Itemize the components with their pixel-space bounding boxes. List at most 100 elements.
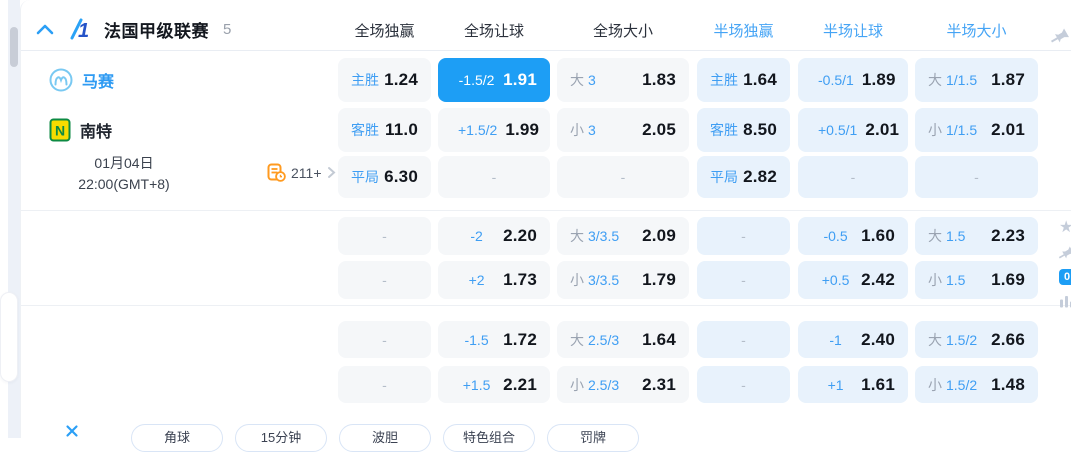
pin-match-icon[interactable]: [1059, 245, 1071, 266]
odds-value: 2.42: [861, 270, 895, 290]
odds-selection-label: -2: [458, 228, 503, 244]
scrollbar-thumb[interactable]: [10, 27, 18, 67]
odds-cell[interactable]: +0.52.42: [798, 261, 908, 299]
odds-value: 1.24: [384, 70, 418, 90]
home-team-name[interactable]: 马赛: [82, 68, 114, 92]
odds-cell-empty: -: [697, 217, 790, 255]
empty-dash: -: [741, 332, 746, 348]
favorite-star-icon[interactable]: ★: [1059, 220, 1071, 236]
odds-cell[interactable]: 大3/3.52.09: [557, 217, 689, 255]
away-team-row[interactable]: N 南特: [49, 117, 112, 143]
odds-cell[interactable]: -0.5/11.89: [798, 58, 908, 102]
quick-market-tag-1[interactable]: 15分钟: [235, 424, 327, 452]
odds-cell[interactable]: -22.20: [438, 217, 550, 255]
odds-selection-label: -1.5: [458, 332, 503, 348]
odds-selection-label: 小3: [570, 120, 596, 140]
odds-cell[interactable]: -1.51.72: [438, 321, 550, 358]
odds-cell[interactable]: +1.5/21.99: [438, 108, 550, 152]
odds-cell[interactable]: +1.52.21: [438, 366, 550, 403]
odds-cell[interactable]: 大1.5/22.66: [915, 321, 1038, 358]
group-divider: [21, 210, 1071, 211]
odds-cell[interactable]: 平局2.82: [697, 156, 790, 198]
svg-text:N: N: [55, 123, 65, 139]
odds-cell-empty: -: [697, 261, 790, 299]
more-markets-link[interactable]: 211+: [267, 163, 336, 182]
odds-value: 1.64: [642, 330, 676, 350]
odds-value: 2.09: [642, 226, 676, 246]
away-team-name[interactable]: 南特: [80, 118, 112, 142]
over-under-prefix: 小: [570, 375, 584, 395]
column-header-full-2[interactable]: 全场大小: [593, 20, 653, 41]
odds-selection-label: -1.5/2: [458, 72, 503, 88]
odds-value: 1.72: [503, 330, 537, 350]
over-under-prefix: 小: [570, 120, 584, 140]
odds-selection-label: +0.5/1: [818, 122, 865, 138]
odds-selection-label: +1.5: [458, 377, 503, 393]
collapse-league-icon[interactable]: [36, 24, 54, 35]
bet-count-badge[interactable]: 0: [1059, 269, 1071, 285]
odds-cell[interactable]: 小3/3.51.79: [557, 261, 689, 299]
odds-cell[interactable]: +21.73: [438, 261, 550, 299]
over-under-prefix: 大: [928, 226, 942, 246]
league-logo-icon: 1: [68, 17, 90, 41]
quick-market-tag-0[interactable]: 角球: [131, 424, 223, 452]
odds-value: 2.66: [991, 330, 1025, 350]
odds-cell[interactable]: 客胜8.50: [697, 108, 790, 152]
quick-market-tag-4[interactable]: 罚牌: [547, 424, 639, 452]
home-team-row[interactable]: 马赛: [49, 67, 114, 93]
odds-cell[interactable]: 小1.5/21.48: [915, 366, 1038, 403]
odds-cell[interactable]: 小1.51.69: [915, 261, 1038, 299]
odds-cell-empty: -: [338, 321, 431, 358]
quick-markets-bar: 角球15分钟波胆特色组合罚牌: [21, 410, 1071, 438]
odds-value: 1.91: [503, 70, 537, 90]
odds-value: 2.82: [743, 167, 777, 187]
stats-bars-icon[interactable]: [1059, 293, 1071, 313]
odds-cell[interactable]: 小1/1.52.01: [915, 108, 1038, 152]
odds-cell-empty: -: [697, 366, 790, 403]
odds-cell[interactable]: 大31.83: [557, 58, 689, 102]
over-under-prefix: 大: [928, 330, 942, 350]
marseille-crest-icon: [49, 68, 73, 92]
odds-cell[interactable]: +0.5/12.01: [798, 108, 908, 152]
odds-cell[interactable]: +11.61: [798, 366, 908, 403]
odds-value: 1.89: [862, 70, 896, 90]
odds-selection-label: 主胜: [710, 70, 738, 90]
odds-cell[interactable]: 大1/1.51.87: [915, 58, 1038, 102]
column-header-full-0[interactable]: 全场独赢: [354, 20, 414, 41]
empty-dash: -: [974, 169, 979, 185]
markets-list-icon: [267, 163, 286, 182]
odds-cell[interactable]: 大1.52.23: [915, 217, 1038, 255]
odds-cell[interactable]: -12.40: [798, 321, 908, 358]
odds-cell[interactable]: 小32.05: [557, 108, 689, 152]
odds-selection-label: 客胜: [351, 120, 379, 140]
odds-cell[interactable]: 客胜11.0: [338, 108, 431, 152]
pin-league-icon[interactable]: [1051, 26, 1071, 51]
chevron-right-icon: [327, 166, 336, 179]
column-header-half-5[interactable]: 半场大小: [946, 20, 1006, 41]
empty-dash: -: [741, 228, 746, 244]
odds-cell[interactable]: 主胜1.64: [697, 58, 790, 102]
odds-selection-label: 平局: [710, 167, 738, 187]
odds-cell[interactable]: -1.5/21.91: [438, 58, 550, 102]
odds-selection-label: 小1.5/2: [928, 375, 977, 395]
over-under-prefix: 大: [570, 330, 584, 350]
odds-selection-label: 大1/1.5: [928, 70, 977, 90]
odds-cell[interactable]: 大2.5/31.64: [557, 321, 689, 358]
collapse-close-icon[interactable]: [65, 424, 79, 443]
league-name[interactable]: 法国甲级联赛: [104, 17, 209, 42]
odds-cell[interactable]: 主胜1.24: [338, 58, 431, 102]
odds-cell[interactable]: -0.51.60: [798, 217, 908, 255]
odds-selection-label: 大3: [570, 70, 596, 90]
column-header-half-4[interactable]: 半场让球: [823, 20, 883, 41]
quick-market-tag-2[interactable]: 波胆: [339, 424, 431, 452]
column-header-full-1[interactable]: 全场让球: [464, 20, 524, 41]
over-under-prefix: 大: [928, 70, 942, 90]
over-under-prefix: 小: [928, 375, 942, 395]
quick-market-tag-3[interactable]: 特色组合: [443, 424, 535, 452]
odds-selection-label: +0.5: [818, 272, 861, 288]
odds-selection-label: 小1.5: [928, 270, 965, 290]
odds-cell[interactable]: 平局6.30: [338, 156, 431, 198]
odds-cell[interactable]: 小2.5/32.31: [557, 366, 689, 403]
column-header-half-3[interactable]: 半场独赢: [713, 20, 773, 41]
floating-side-widget[interactable]: [0, 292, 18, 382]
